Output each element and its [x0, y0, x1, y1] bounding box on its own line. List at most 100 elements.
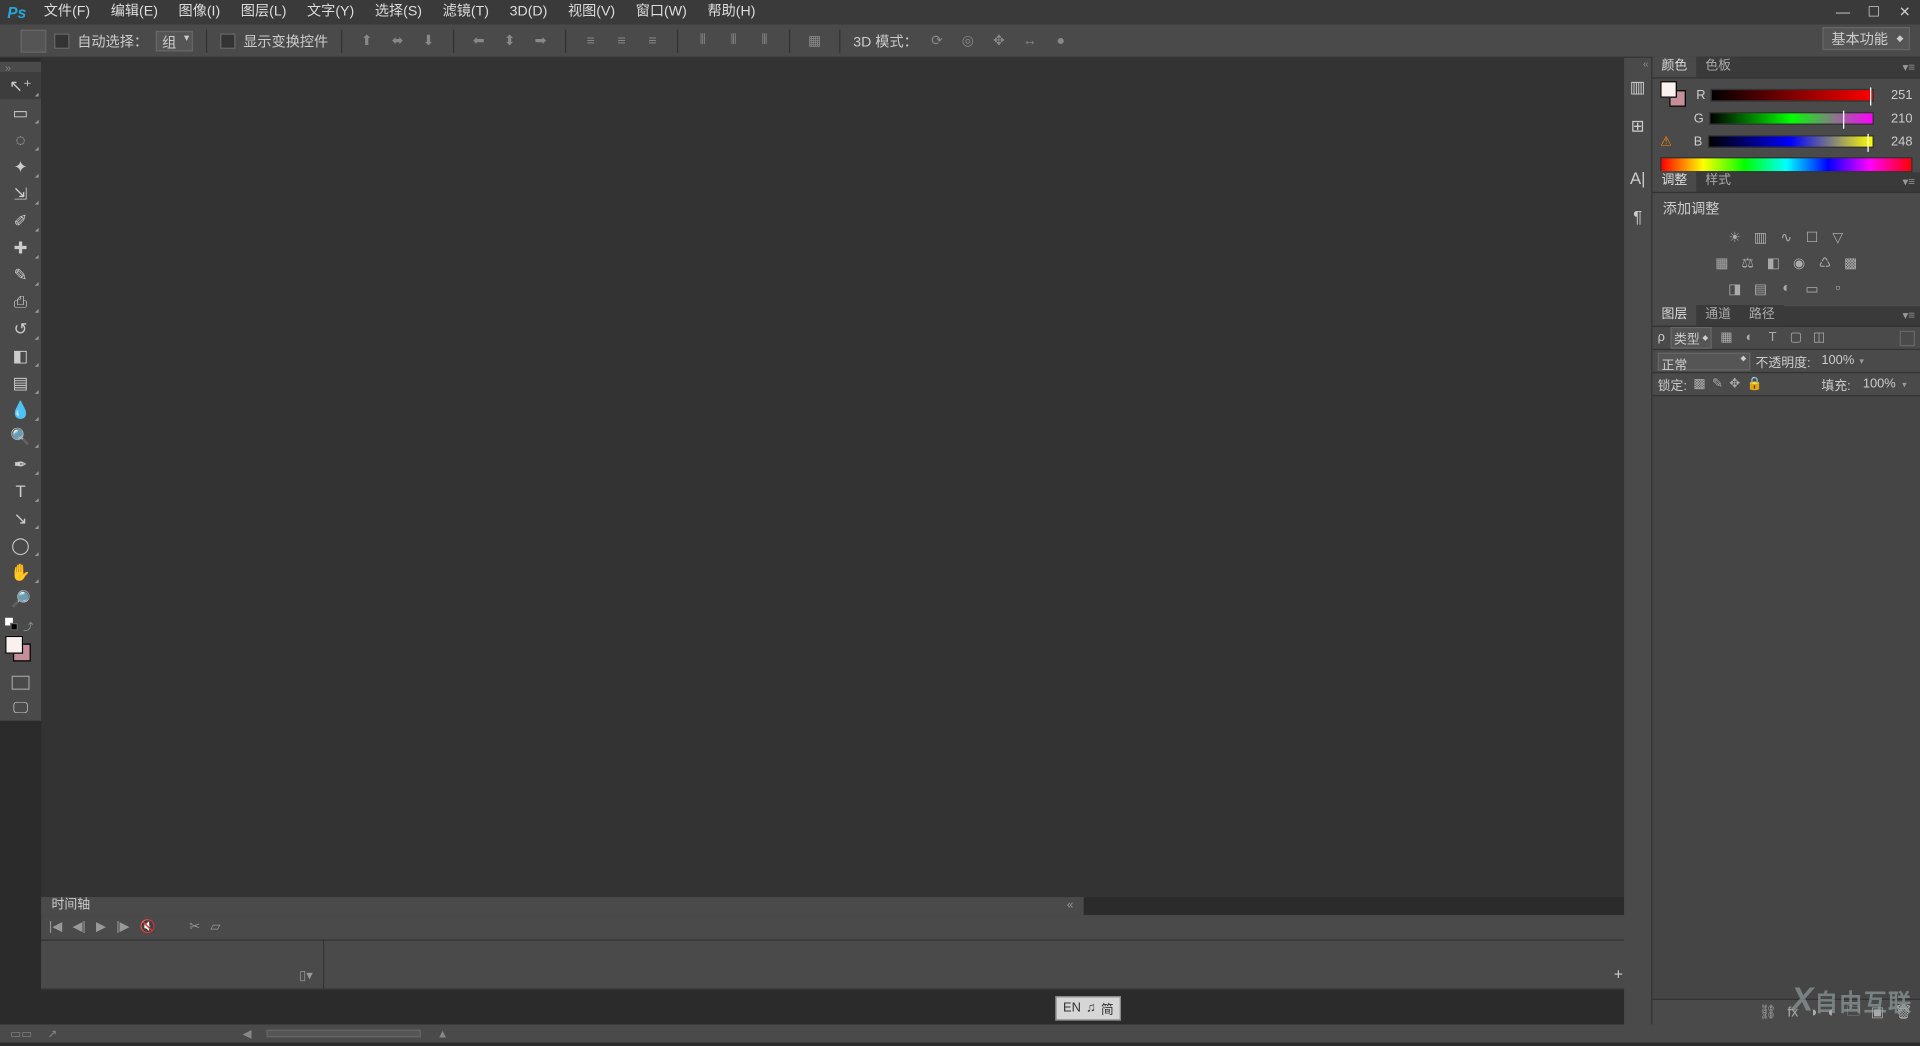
paragraph-icon[interactable]: ¶ — [1624, 197, 1652, 236]
curves-icon[interactable]: ∿ — [1776, 228, 1797, 246]
distribute-left-icon[interactable]: ⦀ — [691, 29, 714, 52]
ime-indicator[interactable]: EN ♫ 简 — [1055, 996, 1121, 1020]
menu-help[interactable]: 帮助(H) — [697, 0, 766, 24]
type-tool[interactable]: T — [0, 477, 41, 504]
distribute-right-icon[interactable]: ⦀ — [753, 29, 776, 52]
show-transform-checkbox[interactable] — [220, 33, 235, 48]
distribute-bottom-icon[interactable]: ≡ — [641, 29, 664, 52]
status-slider[interactable] — [267, 1030, 421, 1038]
auto-select-target-dropdown[interactable]: 组 — [156, 30, 193, 51]
filter-smart-icon[interactable]: ◫ — [1810, 329, 1828, 347]
invert-icon[interactable]: ◨ — [1725, 279, 1746, 297]
scale-3d-icon[interactable]: ● — [1049, 29, 1072, 52]
tab-color[interactable]: 颜色 — [1653, 57, 1697, 78]
tab-adjustments[interactable]: 调整 — [1653, 171, 1697, 192]
navigator-icon[interactable]: ⊞ — [1624, 107, 1652, 146]
link-layers-icon[interactable]: ⛓ — [1759, 1004, 1777, 1021]
filter-kind-dropdown[interactable]: 类型 — [1670, 327, 1712, 349]
filter-shape-icon[interactable]: ▢ — [1787, 329, 1805, 347]
fill-value[interactable]: 100% — [1857, 377, 1896, 391]
lock-all-icon[interactable]: 🔒 — [1746, 377, 1762, 391]
histogram-icon[interactable]: ▥ — [1624, 68, 1652, 107]
vibrance-icon[interactable]: ▽ — [1828, 228, 1849, 246]
crop-tool[interactable]: ⇲ — [0, 180, 41, 207]
align-right-edges-icon[interactable]: ➡ — [529, 29, 552, 52]
character-icon[interactable]: A| — [1624, 158, 1652, 197]
timeline-track-area[interactable]: + — [324, 941, 1633, 989]
lock-pixels-icon[interactable]: ✎ — [1712, 377, 1723, 391]
tab-paths[interactable]: 路径 — [1740, 305, 1784, 326]
blur-tool[interactable]: 💧 — [0, 396, 41, 423]
screen-mode-toggle[interactable]: 🖵 — [0, 695, 41, 721]
menu-layer[interactable]: 图层(L) — [231, 0, 297, 24]
slide-3d-icon[interactable]: ↔ — [1018, 29, 1041, 52]
levels-icon[interactable]: ▥ — [1750, 228, 1771, 246]
maximize-button[interactable]: ☐ — [1858, 0, 1889, 24]
healing-brush-tool[interactable]: ✚ — [0, 234, 41, 261]
rectangle-shape-tool[interactable]: ◯ — [0, 532, 41, 559]
menu-edit[interactable]: 编辑(E) — [100, 0, 168, 24]
fill-dropdown-icon[interactable]: ▾ — [1902, 379, 1915, 389]
color-balance-icon[interactable]: ⚖ — [1737, 254, 1758, 272]
quick-mask-toggle[interactable] — [0, 669, 41, 695]
threshold-icon[interactable]: ◐ — [1776, 279, 1797, 297]
expand-strip-icon[interactable]: « — [1624, 58, 1651, 68]
color-lookup-icon[interactable]: ▩ — [1840, 254, 1861, 272]
menu-image[interactable]: 图像(I) — [168, 0, 230, 24]
menu-window[interactable]: 窗口(W) — [625, 0, 697, 24]
eraser-tool[interactable]: ◧ — [0, 342, 41, 369]
tools-grip-icon[interactable]: » — [0, 62, 41, 72]
move-tool[interactable]: ↖⁺ — [0, 72, 41, 99]
channel-g-slider[interactable] — [1709, 112, 1874, 125]
status-arrow-icon[interactable]: ↗ — [48, 1026, 58, 1040]
selective-color-icon[interactable]: ▫ — [1828, 279, 1849, 297]
minimize-button[interactable]: — — [1828, 0, 1859, 24]
status-caret-icon[interactable]: ◀ — [243, 1026, 252, 1040]
gradient-tool[interactable]: ▤ — [0, 369, 41, 396]
auto-select-checkbox[interactable] — [54, 33, 69, 48]
align-bottom-edges-icon[interactable]: ⬇ — [417, 29, 440, 52]
tab-layers[interactable]: 图层 — [1653, 305, 1697, 326]
lock-position-icon[interactable]: ✥ — [1729, 377, 1740, 391]
status-zoom[interactable]: ▭▭ — [10, 1026, 32, 1040]
audio-mute-icon[interactable]: 🔇 — [140, 920, 156, 934]
tab-swatches[interactable]: 色板 — [1696, 57, 1740, 78]
menu-view[interactable]: 视图(V) — [558, 0, 626, 24]
opacity-value[interactable]: 100% — [1816, 354, 1855, 368]
filter-pixel-icon[interactable]: ▦ — [1717, 329, 1735, 347]
tab-timeline[interactable]: 时间轴 — [41, 897, 100, 915]
color-fgbg-swatch[interactable] — [1660, 81, 1688, 109]
prev-frame-icon[interactable]: ◀| — [72, 920, 85, 934]
posterize-icon[interactable]: ▤ — [1750, 279, 1771, 297]
panel-menu-icon[interactable]: ▾≡ — [1902, 60, 1915, 74]
timeline-mode-switch[interactable]: ▯▾ — [299, 969, 313, 983]
rotate-3d-icon[interactable]: ⟳ — [926, 29, 949, 52]
eyedropper-tool[interactable]: ✐ — [0, 207, 41, 234]
workspace-switcher[interactable]: 基本功能 — [1822, 27, 1910, 50]
filter-type-icon[interactable]: T — [1764, 329, 1782, 347]
black-white-icon[interactable]: ◧ — [1763, 254, 1784, 272]
opacity-dropdown-icon[interactable]: ▾ — [1859, 356, 1872, 366]
menu-select[interactable]: 选择(S) — [365, 0, 433, 24]
tab-channels[interactable]: 通道 — [1696, 305, 1740, 326]
status-up-icon[interactable]: ▲ — [437, 1027, 448, 1040]
hue-sat-icon[interactable]: ▦ — [1712, 254, 1733, 272]
align-vcenter-icon[interactable]: ⬌ — [386, 29, 409, 52]
magic-wand-tool[interactable]: ✦ — [0, 153, 41, 180]
transition-icon[interactable]: ▱ — [210, 920, 220, 934]
default-colors-swap[interactable]: ⤴ — [0, 618, 41, 636]
tool-preset-picker[interactable] — [21, 29, 47, 52]
roll-3d-icon[interactable]: ◎ — [956, 29, 979, 52]
go-to-first-frame-icon[interactable]: |◀ — [49, 920, 62, 934]
hand-tool[interactable]: ✋ — [0, 559, 41, 586]
menu-3d[interactable]: 3D(D) — [499, 0, 557, 24]
menu-file[interactable]: 文件(F) — [33, 0, 100, 24]
lasso-tool[interactable]: ◌ — [0, 126, 41, 153]
panel-collapse-icon[interactable]: « — [1067, 898, 1073, 911]
filter-adjust-icon[interactable]: ◐ — [1740, 329, 1758, 347]
auto-align-icon[interactable]: ▦ — [803, 29, 826, 52]
gamut-warning-icon[interactable]: ⚠ — [1660, 134, 1688, 148]
channel-b-slider[interactable] — [1707, 135, 1873, 148]
rectangular-marquee-tool[interactable]: ▭ — [0, 99, 41, 126]
channel-r-value[interactable]: 251 — [1879, 88, 1912, 102]
